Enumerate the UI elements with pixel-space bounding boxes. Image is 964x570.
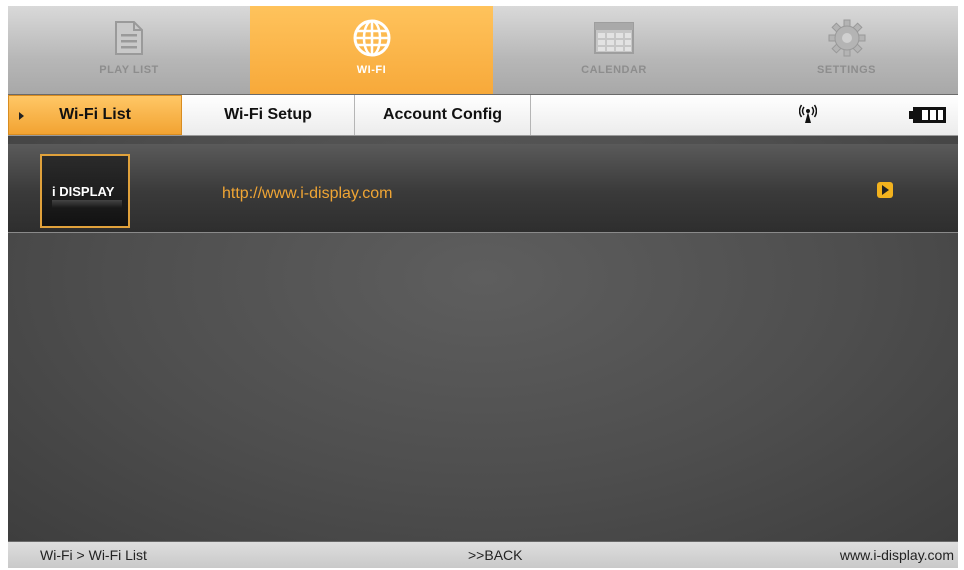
logo-reflection: [52, 200, 122, 208]
tab-wifi-list[interactable]: Wi-Fi List: [8, 95, 182, 135]
tab-account-config[interactable]: Account Config: [355, 95, 531, 135]
breadcrumb: Wi-Fi > Wi-Fi List: [40, 547, 147, 563]
nav-item-calendar[interactable]: CALENDAR: [493, 6, 735, 94]
site-url-link[interactable]: http://www.i-display.com: [222, 185, 392, 203]
site-logo-thumbnail: i DISPLAY: [40, 154, 130, 228]
logo-text: i DISPLAY: [52, 184, 115, 199]
tab-label: Wi-Fi Setup: [224, 106, 312, 123]
tab-wifi-setup[interactable]: Wi-Fi Setup: [182, 95, 355, 135]
top-nav: PLAY LIST WI-FI CALENDAR SETTINGS: [8, 6, 958, 94]
play-arrow-icon[interactable]: [877, 182, 893, 198]
gear-icon: [828, 18, 866, 58]
nav-label: PLAY LIST: [99, 64, 159, 76]
sub-tab-bar: Wi-Fi List Wi-Fi Setup Account Config: [8, 95, 958, 136]
wifi-list-panel: i DISPLAY http://www.i-display.com: [8, 136, 958, 541]
status-area: [531, 95, 958, 135]
nav-item-wifi[interactable]: WI-FI: [250, 6, 493, 94]
globe-icon: [352, 18, 392, 58]
nav-item-playlist[interactable]: PLAY LIST: [8, 6, 250, 94]
back-button[interactable]: >>BACK: [468, 547, 522, 563]
battery-icon: [909, 106, 947, 129]
list-item[interactable]: i DISPLAY http://www.i-display.com: [8, 144, 958, 233]
nav-item-settings[interactable]: SETTINGS: [735, 6, 958, 94]
nav-label: CALENDAR: [581, 64, 647, 76]
wifi-signal-icon: [798, 104, 818, 129]
nav-label: WI-FI: [356, 64, 387, 76]
tab-label: Wi-Fi List: [59, 106, 131, 123]
tab-label: Account Config: [382, 106, 503, 123]
playlist-icon: [114, 18, 144, 58]
calendar-icon: [593, 18, 635, 58]
selected-arrow-icon: [19, 112, 24, 120]
footer-site-link: www.i-display.com: [839, 547, 954, 563]
app-frame: PLAY LIST WI-FI CALENDAR SETTINGS Wi-Fi …: [8, 6, 958, 568]
nav-label: SETTINGS: [816, 64, 876, 76]
footer-bar: Wi-Fi > Wi-Fi List >>BACK www.i-display.…: [8, 542, 958, 568]
